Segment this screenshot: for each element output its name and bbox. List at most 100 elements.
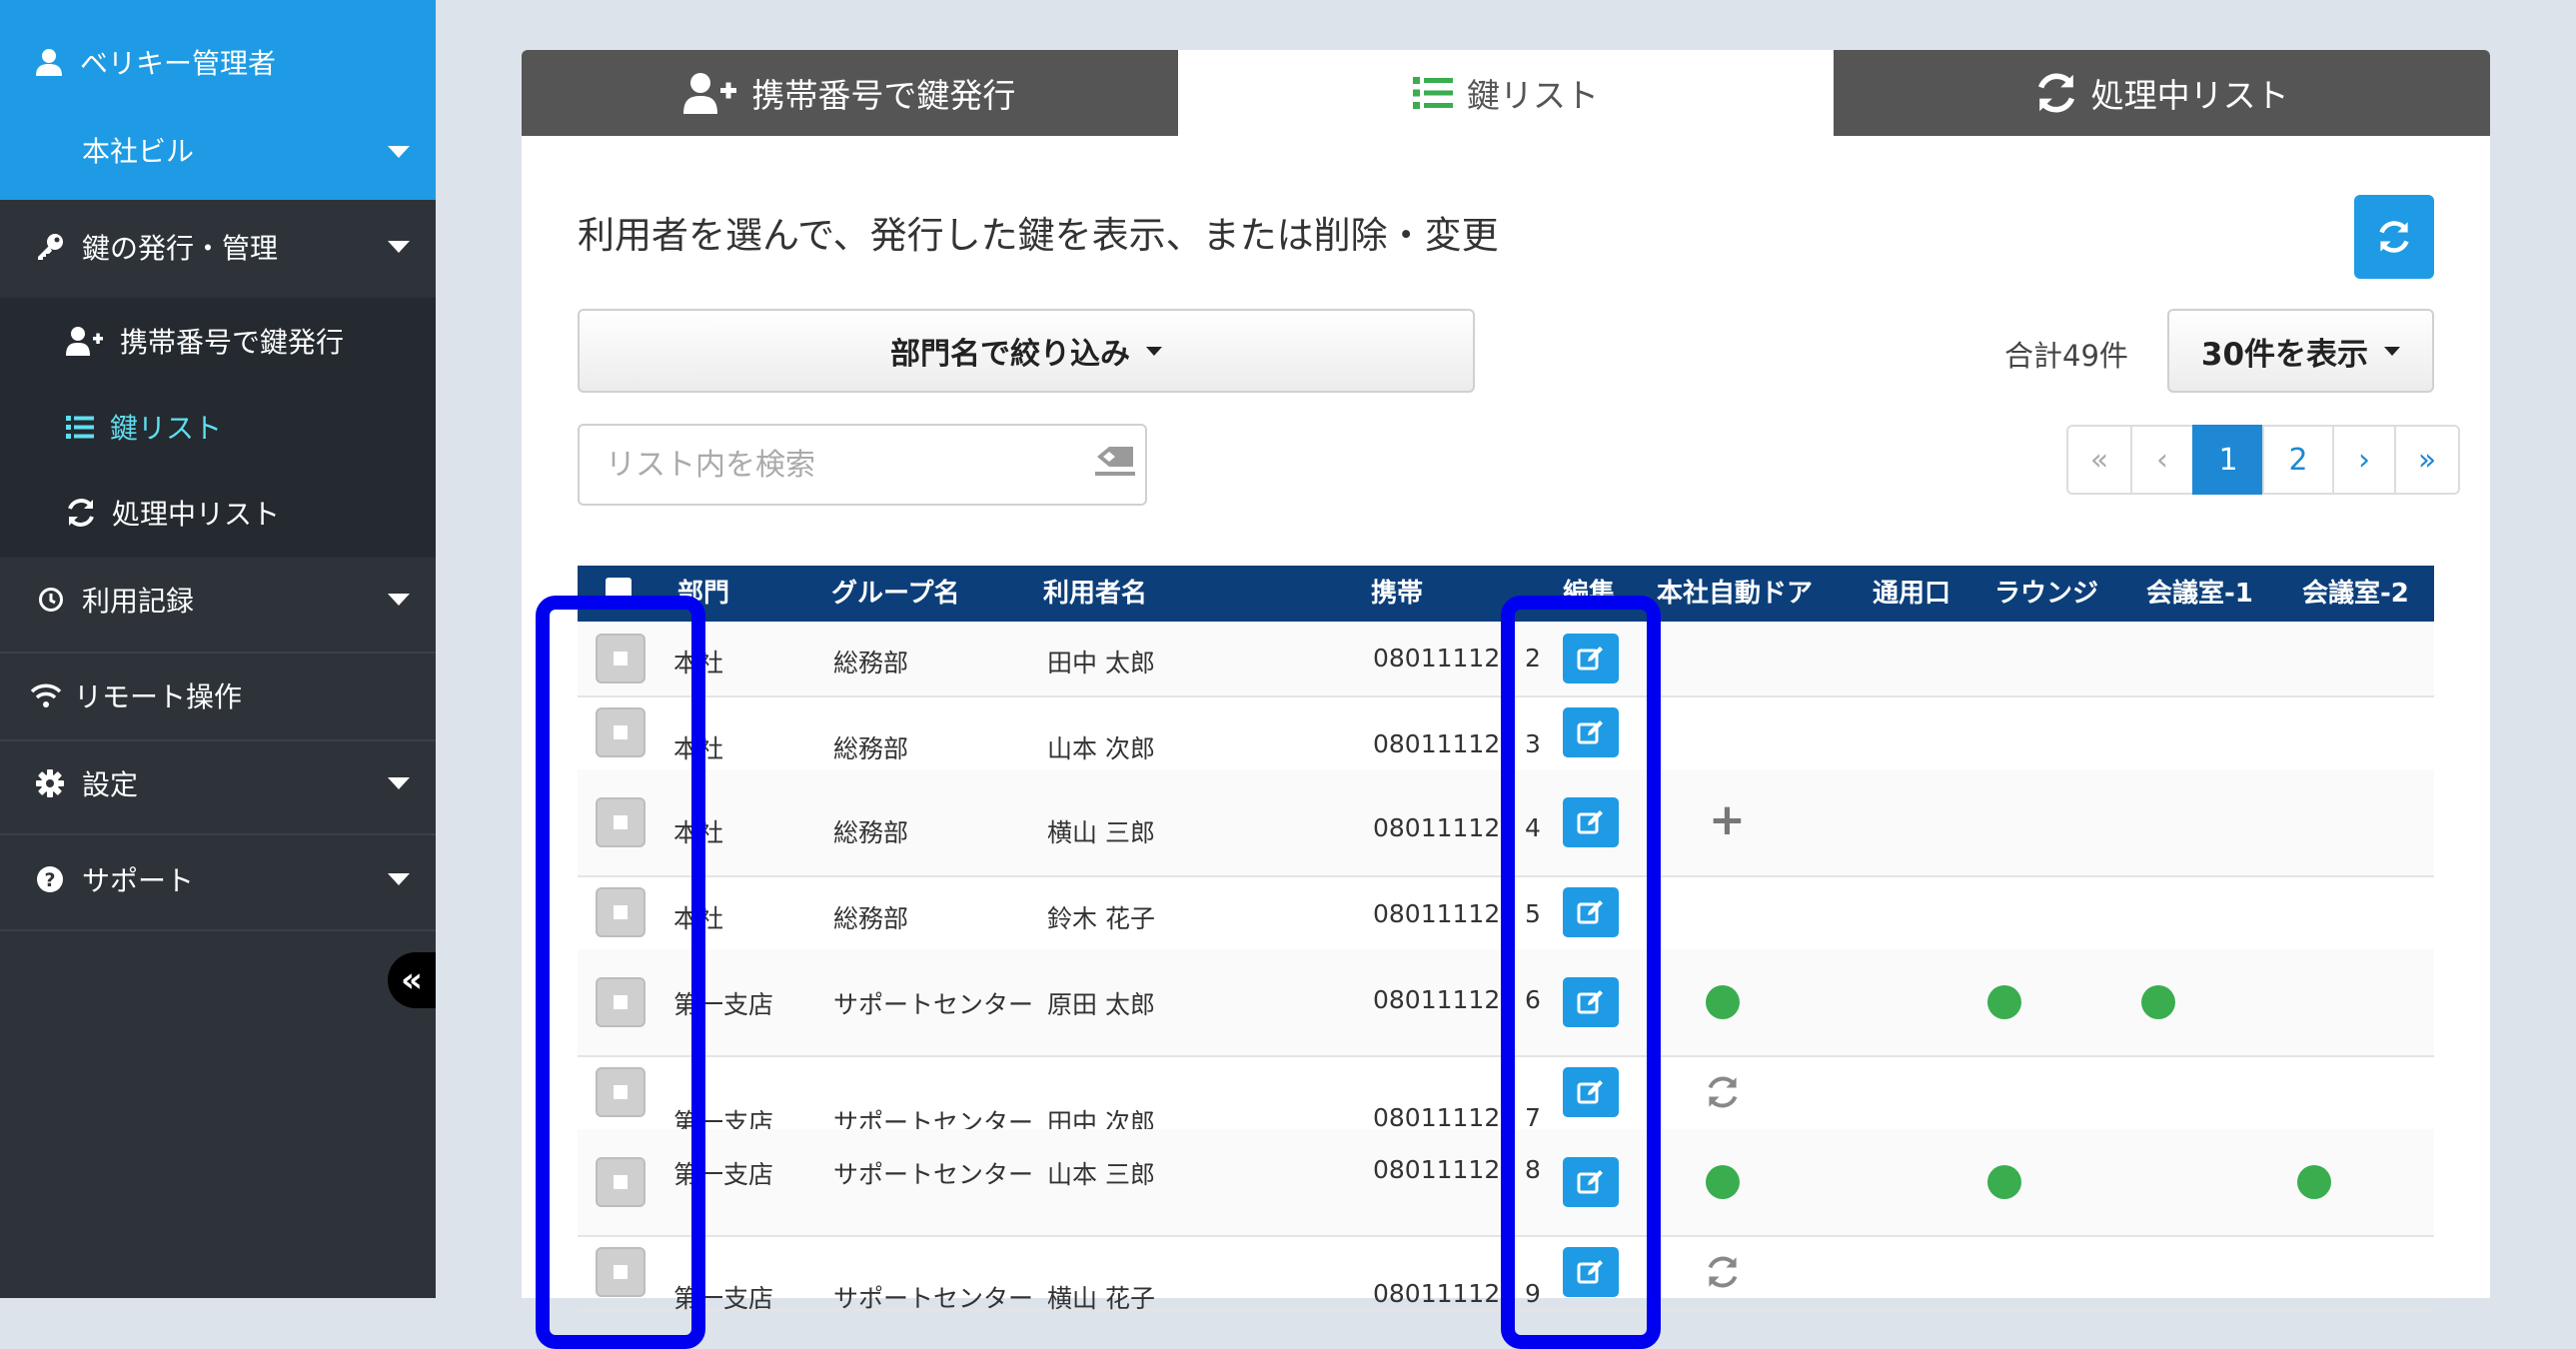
sidebar-item-label: 利用記録 — [82, 585, 195, 618]
chevron-down-icon — [388, 594, 410, 606]
cell-user-name: 鈴木 花子 — [1047, 904, 1155, 933]
chevron-down-icon — [388, 873, 410, 885]
status-active-dot[interactable] — [1987, 985, 2021, 1019]
cell-group: サポートセンター — [833, 990, 1034, 1019]
sidebar-item-label: 鍵の発行・管理 — [82, 232, 279, 265]
edit-column-highlight — [1501, 596, 1661, 1349]
cell-group: 総務部 — [833, 649, 909, 677]
sidebar-item-history[interactable]: 利用記録 — [0, 570, 436, 630]
cell-phone: 080111122 — [1373, 729, 1517, 758]
eraser-icon[interactable] — [1095, 445, 1135, 477]
page-1-button[interactable]: 1 — [2192, 425, 2264, 495]
pagination: « ‹ 1 2 › » — [2066, 425, 2460, 495]
building-select[interactable]: 本社ビル — [0, 122, 436, 178]
header-room-1: 会議室-1 — [2146, 579, 2253, 609]
divider — [0, 652, 436, 654]
sidebar-item-label: 鍵リスト — [110, 412, 223, 445]
divider — [0, 929, 436, 931]
sidebar-header: ベリキー管理者 本社ビル — [0, 0, 436, 200]
gear-icon — [36, 769, 64, 797]
cell-phone: 080111122 — [1373, 1103, 1517, 1132]
checkbox-column-highlight — [536, 596, 705, 1349]
sync-icon — [2037, 73, 2074, 113]
list-icon — [66, 416, 94, 439]
sidebar-item-issue[interactable]: 携帯番号で鍵発行 — [0, 316, 436, 366]
user-plus-icon — [66, 327, 103, 356]
page-next-button[interactable]: › — [2332, 425, 2396, 495]
user-menu[interactable]: ベリキー管理者 — [0, 36, 436, 88]
cell-user-name: 横山 三郎 — [1047, 818, 1155, 847]
tab-bar: 携帯番号で鍵発行 鍵リスト 処理中リスト — [522, 50, 2491, 136]
page-first-button[interactable]: « — [2066, 425, 2132, 495]
search-input[interactable] — [578, 424, 1147, 506]
cell-phone: 080111122 — [1373, 1279, 1517, 1308]
building-name: 本社ビル — [82, 135, 195, 168]
per-page-dropdown[interactable]: 30件を表示 — [2167, 309, 2434, 393]
tab-label: 携帯番号で鍵発行 — [751, 76, 1016, 115]
cell-user-name: 山本 三郎 — [1047, 1160, 1155, 1189]
sidebar-item-settings[interactable]: 設定 — [0, 753, 436, 813]
cell-user-name: 山本 次郎 — [1047, 734, 1155, 763]
tab-issue-by-phone[interactable]: 携帯番号で鍵発行 — [522, 50, 1178, 136]
status-active-dot[interactable] — [2141, 985, 2175, 1019]
header-lounge: ラウンジ — [1994, 579, 2099, 609]
user-icon — [36, 49, 62, 76]
header-group: グループ名 — [831, 579, 960, 609]
cell-phone: 080111122 — [1373, 813, 1517, 842]
sidebar-item-support[interactable]: ? サポート — [0, 849, 436, 909]
cell-group: 総務部 — [833, 734, 909, 763]
key-list-card: 携帯番号で鍵発行 鍵リスト 処理中リスト 利用者を選んで、発行した鍵を表示、また… — [522, 50, 2491, 1349]
cell-group: 総務部 — [833, 904, 909, 933]
key-icon — [38, 234, 63, 260]
sidebar-submenu: 携帯番号で鍵発行 鍵リスト 処理中リスト — [0, 298, 436, 558]
clock-icon — [39, 588, 63, 612]
sync-icon — [68, 499, 94, 527]
status-active-dot[interactable] — [1706, 985, 1740, 1019]
user-plus-icon — [683, 73, 737, 114]
sidebar-item-label: 処理中リスト — [112, 498, 281, 531]
header-phone: 携帯 — [1371, 579, 1424, 609]
sync-icon — [1706, 1255, 1740, 1293]
status-active-dot[interactable] — [2297, 1165, 2331, 1199]
list-icon — [1413, 77, 1453, 109]
sidebar-item-label: リモート操作 — [74, 680, 243, 713]
page-2-button[interactable]: 2 — [2262, 425, 2334, 495]
cell-group: サポートセンター — [833, 1284, 1034, 1313]
dropdown-label: 部門名で絞り込み — [890, 337, 1130, 372]
user-name: ベリキー管理者 — [80, 47, 277, 80]
chevron-down-icon — [2384, 346, 2401, 356]
cell-user-name: 原田 太郎 — [1047, 990, 1155, 1019]
divider — [0, 833, 436, 835]
divider — [0, 739, 436, 741]
sidebar-item-keys[interactable]: 鍵の発行・管理 — [0, 216, 436, 278]
tab-key-list[interactable]: 鍵リスト — [1177, 50, 1835, 136]
sidebar-item-key-list[interactable]: 鍵リスト — [0, 402, 436, 452]
tab-processing-list[interactable]: 処理中リスト — [1834, 50, 2491, 136]
refresh-button[interactable] — [2354, 195, 2434, 279]
chevron-down-icon — [388, 241, 410, 253]
page-last-button[interactable]: » — [2394, 425, 2460, 495]
sidebar: ベリキー管理者 本社ビル 鍵の発行・管理 携帯番号で鍵発行 鍵リスト 処理中リス… — [0, 0, 436, 1298]
sidebar-item-label: 設定 — [82, 768, 139, 801]
cell-phone: 080111122 — [1373, 644, 1517, 673]
sidebar-item-label: 携帯番号で鍵発行 — [120, 326, 345, 359]
cell-user-name: 田中 太郎 — [1047, 649, 1155, 677]
status-active-dot[interactable] — [1987, 1165, 2021, 1199]
help-icon: ? — [37, 866, 63, 892]
chevron-down-icon — [388, 146, 410, 158]
sidebar-item-remote[interactable]: リモート操作 — [0, 666, 436, 725]
page-prev-button[interactable]: ‹ — [2130, 425, 2194, 495]
add-key-icon[interactable]: + — [1709, 798, 1746, 842]
dropdown-label: 30件を表示 — [2200, 336, 2369, 373]
sync-icon — [1706, 1075, 1740, 1113]
sidebar-collapse-button[interactable]: « — [388, 952, 436, 1008]
cell-group: サポートセンター — [833, 1160, 1034, 1189]
header-main-door: 本社自動ドア — [1657, 579, 1814, 609]
department-filter-dropdown[interactable]: 部門名で絞り込み — [578, 309, 1475, 393]
wifi-icon — [30, 683, 62, 707]
sidebar-item-label: サポート — [82, 864, 195, 897]
sidebar-item-processing[interactable]: 処理中リスト — [0, 488, 436, 538]
double-chevron-left-icon: « — [401, 960, 423, 1000]
status-active-dot[interactable] — [1706, 1165, 1740, 1199]
header-room-2: 会議室-2 — [2302, 579, 2409, 609]
